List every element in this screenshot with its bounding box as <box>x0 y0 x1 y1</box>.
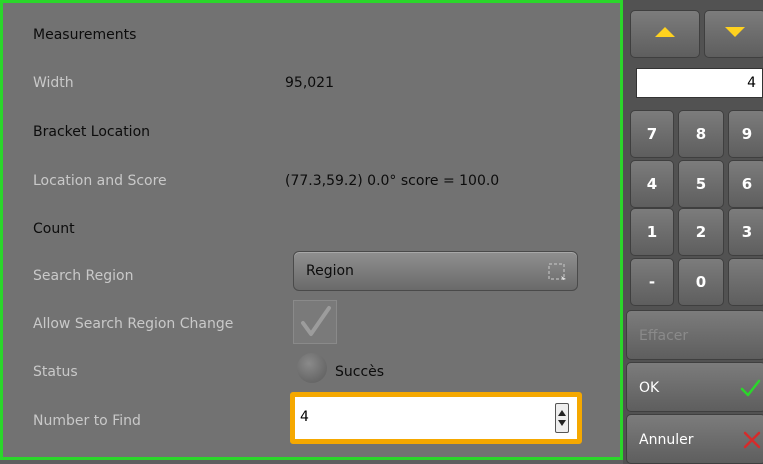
key-2[interactable]: 2 <box>678 208 724 256</box>
checkmark-icon <box>301 306 331 336</box>
cancel-button[interactable]: Annuler <box>626 414 763 464</box>
key-5[interactable]: 5 <box>678 160 724 208</box>
status-label: Status <box>33 364 78 380</box>
scroll-up-button[interactable] <box>630 10 700 58</box>
arrow-up-icon <box>655 27 675 37</box>
scroll-down-button[interactable] <box>704 10 763 58</box>
search-region-label: Search Region <box>33 268 134 284</box>
measurements-header: Measurements <box>33 27 137 43</box>
check-icon <box>740 379 761 397</box>
allow-search-region-change-checkbox[interactable] <box>293 300 337 344</box>
arrow-down-icon <box>725 27 745 37</box>
properties-panel: Measurements Width 95,021 Bracket Locati… <box>0 0 623 460</box>
number-to-find-value: 4 <box>300 409 309 425</box>
key-7[interactable]: 7 <box>630 110 674 158</box>
key-1[interactable]: 1 <box>630 208 674 256</box>
key-6[interactable]: 6 <box>728 160 763 208</box>
spinner-arrows-icon <box>558 410 566 426</box>
search-region-button[interactable]: Region <box>293 251 578 291</box>
keypad-display-value: 4 <box>747 75 756 91</box>
key-8[interactable]: 8 <box>678 110 724 158</box>
key-4[interactable]: 4 <box>630 160 674 208</box>
key-0[interactable]: 0 <box>678 258 724 306</box>
clear-button[interactable]: Effacer <box>626 310 763 360</box>
key-9[interactable]: 9 <box>728 110 763 158</box>
allow-search-region-change-label: Allow Search Region Change <box>33 316 234 332</box>
location-score-label: Location and Score <box>33 173 167 189</box>
close-icon <box>743 431 761 449</box>
width-label: Width <box>33 75 74 91</box>
number-to-find-label: Number to Find <box>33 413 141 429</box>
search-region-button-label: Region <box>306 263 354 279</box>
key-minus[interactable]: - <box>630 258 674 306</box>
key-3[interactable]: 3 <box>728 208 763 256</box>
number-to-find-field[interactable]: 4 <box>290 392 582 444</box>
status-indicator <box>297 353 327 383</box>
number-spinner[interactable] <box>555 403 569 433</box>
ok-button[interactable]: OK <box>626 362 763 412</box>
keypad-display: 4 <box>636 68 763 98</box>
location-score-value: (77.3,59.2) 0.0° score = 100.0 <box>285 173 500 189</box>
count-header: Count <box>33 221 75 237</box>
region-select-icon <box>548 263 566 280</box>
key-blank <box>728 258 763 306</box>
bracket-location-header: Bracket Location <box>33 124 151 140</box>
width-value: 95,021 <box>285 75 334 91</box>
status-value: Succès <box>335 364 385 380</box>
